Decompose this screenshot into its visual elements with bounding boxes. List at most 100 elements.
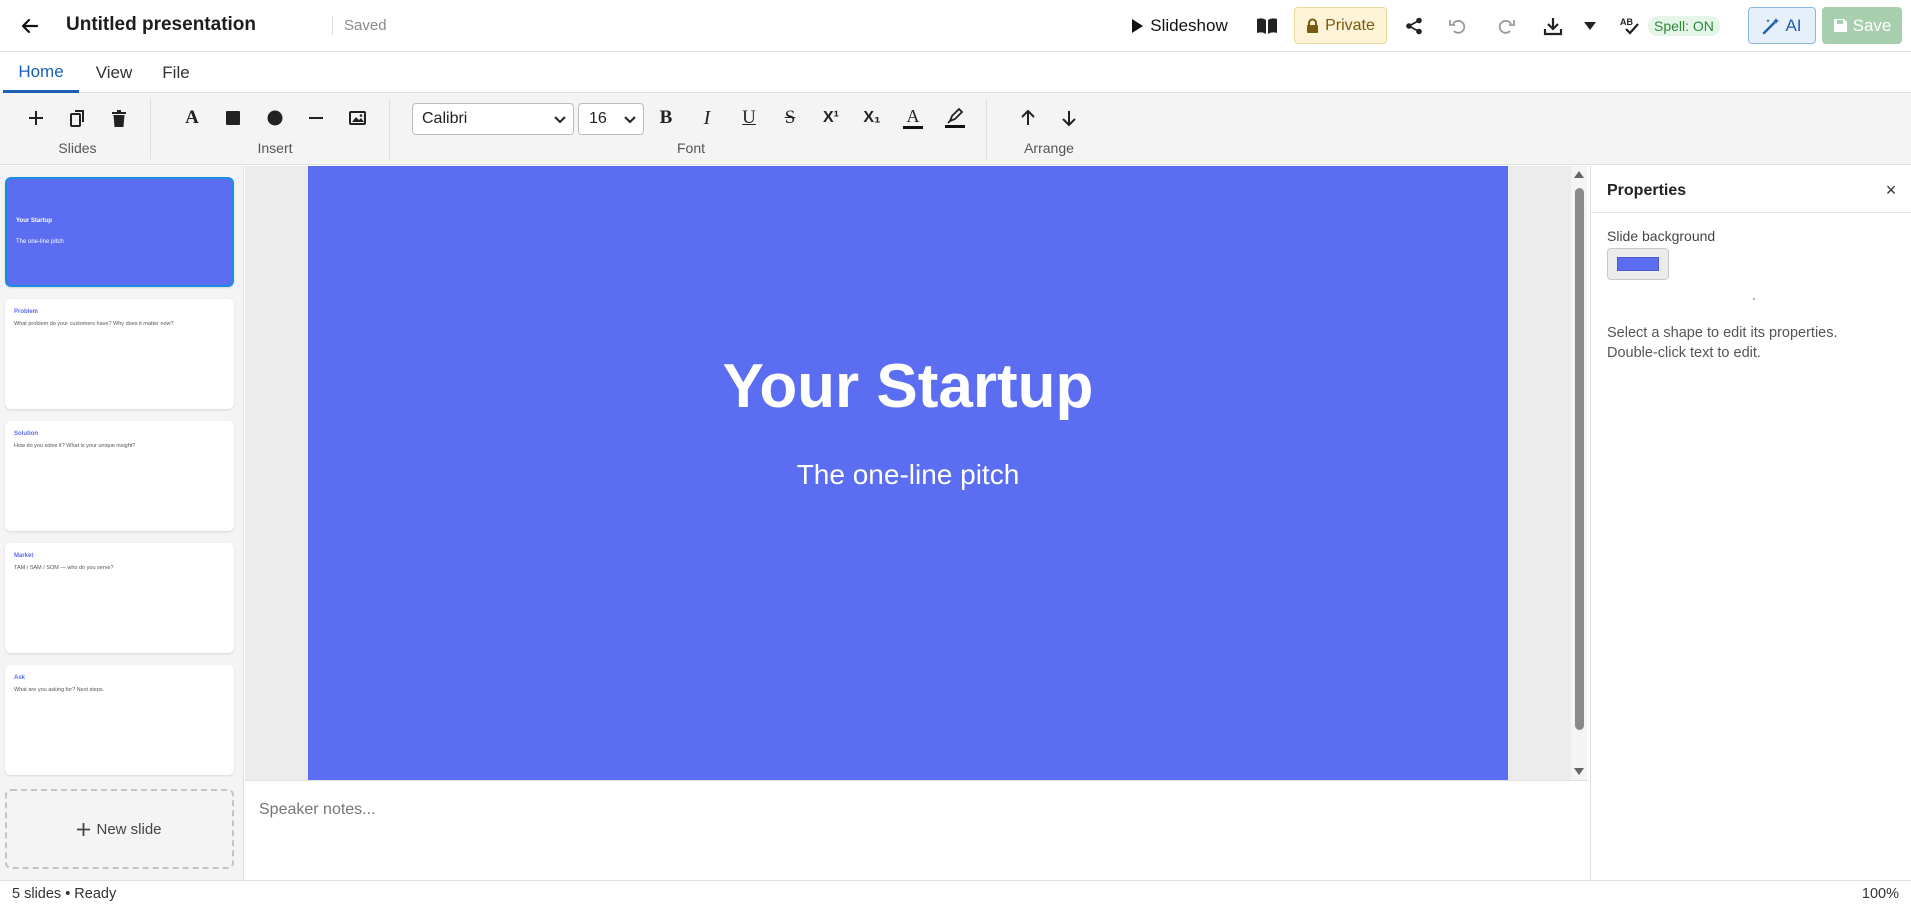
redo-button[interactable] xyxy=(1492,8,1520,44)
bold-button[interactable]: B xyxy=(651,103,681,133)
insert-line-button[interactable] xyxy=(301,103,331,133)
redo-icon xyxy=(1498,19,1515,34)
status-bar: 5 slides • Ready 100% xyxy=(0,880,1911,906)
slide-thumbnail-3[interactable]: Solution How do you solve it? What is yo… xyxy=(5,421,234,531)
duplicate-slide-button[interactable] xyxy=(62,103,92,133)
private-label: Private xyxy=(1325,16,1375,34)
separator-dot xyxy=(1753,298,1755,300)
text-color-button[interactable]: A xyxy=(898,103,928,133)
underline-button[interactable]: U xyxy=(734,103,764,133)
caret-down-icon xyxy=(1584,22,1596,30)
speaker-notes-panel xyxy=(245,780,1589,880)
download-button[interactable] xyxy=(1538,8,1568,44)
ai-button[interactable]: AI xyxy=(1748,7,1816,44)
canvas-scrollbar[interactable] xyxy=(1571,166,1587,780)
square-icon xyxy=(226,111,240,125)
subscript-button[interactable]: X₁ xyxy=(857,103,887,133)
scroll-down-icon[interactable] xyxy=(1574,766,1584,776)
add-slide-button[interactable] xyxy=(21,103,51,133)
slide-thumbnail-panel: Your Startup The one-line pitch Problem … xyxy=(0,166,244,880)
slide-thumbnail-1[interactable]: Your Startup The one-line pitch xyxy=(5,177,234,287)
italic-button[interactable]: I xyxy=(692,103,722,133)
slide-background-label: Slide background xyxy=(1607,228,1716,244)
save-label: Save xyxy=(1852,15,1892,35)
save-button[interactable]: Save xyxy=(1822,7,1902,44)
undo-button[interactable] xyxy=(1444,8,1472,44)
font-family-select[interactable]: Calibri xyxy=(412,103,574,135)
privacy-button[interactable]: Private xyxy=(1294,7,1387,44)
document-title[interactable]: Untitled presentation xyxy=(66,14,256,36)
properties-hint: Select a shape to edit its properties. D… xyxy=(1607,323,1897,363)
font-family-value: Calibri xyxy=(422,110,468,127)
plus-icon xyxy=(77,822,91,836)
lock-icon xyxy=(1307,18,1319,33)
book-icon xyxy=(1257,18,1277,34)
insert-text-button[interactable]: A xyxy=(177,103,207,133)
speaker-notes-input[interactable] xyxy=(259,795,1559,825)
arrow-left-icon xyxy=(21,18,39,34)
text-icon: A xyxy=(185,107,199,128)
new-slide-button[interactable]: New slide xyxy=(5,789,234,869)
reading-mode-button[interactable] xyxy=(1252,8,1282,44)
back-button[interactable] xyxy=(14,10,46,42)
slide-thumbnail-2[interactable]: Problem What problem do your customers h… xyxy=(5,299,234,409)
download-icon xyxy=(1543,18,1563,36)
group-label-font: Font xyxy=(676,140,705,156)
close-icon[interactable]: × xyxy=(1881,180,1901,200)
tab-view[interactable]: View xyxy=(88,53,140,92)
magic-wand-icon xyxy=(1763,17,1780,34)
group-divider xyxy=(389,99,390,159)
bring-forward-button[interactable] xyxy=(1013,103,1043,133)
trash-icon xyxy=(112,109,126,127)
download-options-button[interactable] xyxy=(1578,8,1602,44)
send-backward-button[interactable] xyxy=(1054,103,1084,133)
hint-line-2: Double-click text to edit. xyxy=(1607,345,1761,361)
slide-thumbnail-4[interactable]: Market TAM / SAM / SOM — who do you serv… xyxy=(5,543,234,653)
group-label-arrange: Arrange xyxy=(1024,140,1074,156)
scrollbar-thumb[interactable] xyxy=(1575,188,1584,730)
text-color-swatch xyxy=(903,126,923,129)
tab-file[interactable]: File xyxy=(152,53,200,92)
superscript-button[interactable]: X¹ xyxy=(816,103,846,133)
strikethrough-button[interactable]: S xyxy=(775,103,805,133)
font-size-select[interactable]: 16 xyxy=(578,103,644,135)
thumbnail-body: The one-line pitch xyxy=(16,239,64,245)
text-color-icon: A xyxy=(906,106,920,126)
subscript-icon: X₁ xyxy=(863,109,881,126)
delete-slide-button[interactable] xyxy=(104,103,134,133)
ai-label: AI xyxy=(1785,15,1802,35)
thumbnail-title: Solution xyxy=(14,431,38,437)
thumbnail-title: Ask xyxy=(14,675,26,681)
save-icon xyxy=(1833,19,1847,32)
share-button[interactable] xyxy=(1400,8,1428,44)
thumbnail-title: Your Startup xyxy=(16,218,52,224)
spell-status-badge: Spell: ON xyxy=(1648,16,1720,36)
circle-icon xyxy=(267,110,283,126)
slide-background-color-picker[interactable] xyxy=(1607,248,1669,280)
slide-subtitle-text[interactable]: The one-line pitch xyxy=(308,459,1508,491)
play-icon xyxy=(1132,19,1144,33)
scroll-up-icon[interactable] xyxy=(1574,170,1584,180)
group-divider xyxy=(150,99,151,159)
line-icon xyxy=(309,117,323,119)
insert-image-button[interactable] xyxy=(342,103,372,133)
chevron-down-icon xyxy=(554,116,566,124)
spellcheck-toggle[interactable]: AB Spell: ON xyxy=(1620,8,1730,44)
tab-home[interactable]: Home xyxy=(3,53,79,93)
insert-rectangle-button[interactable] xyxy=(218,103,248,133)
slide-thumbnail-5[interactable]: Ask What are you asking for? Next steps. xyxy=(5,665,234,775)
slideshow-button[interactable]: Slideshow xyxy=(1124,8,1234,44)
highlight-color-swatch xyxy=(945,125,965,128)
current-slide[interactable]: Your Startup The one-line pitch xyxy=(308,166,1508,780)
zoom-level: 100% xyxy=(1861,886,1899,902)
svg-text:AB: AB xyxy=(1620,17,1633,27)
thumbnail-body: What problem do your customers have? Why… xyxy=(14,321,174,327)
font-size-value: 16 xyxy=(589,110,607,127)
group-divider xyxy=(986,99,987,159)
insert-circle-button[interactable] xyxy=(260,103,290,133)
properties-divider xyxy=(1591,212,1911,213)
highlight-color-button[interactable] xyxy=(940,103,970,133)
slide-title-text[interactable]: Your Startup xyxy=(308,351,1508,422)
superscript-icon: X¹ xyxy=(823,109,839,126)
ribbon-tabs: Home View File xyxy=(0,53,1911,93)
